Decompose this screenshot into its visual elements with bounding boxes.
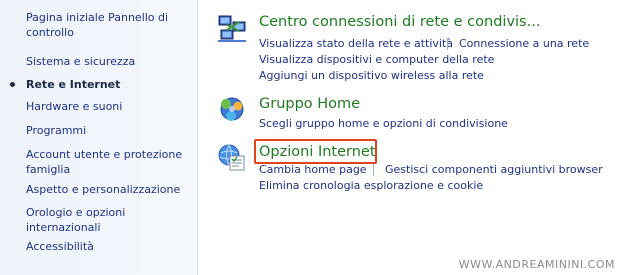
sidebar-item-hardware-sound[interactable]: Hardware e suoni — [26, 99, 196, 114]
network-sharing-center-title[interactable]: Centro connessioni di rete e condivis... — [259, 13, 540, 31]
internet-options-icon — [218, 144, 245, 171]
sidebar-item-network-internet[interactable]: Rete e Internet — [26, 77, 196, 92]
sidebar-item-user-accounts[interactable]: Account utente e protezione famiglia — [26, 147, 184, 177]
sidebar-item-system-security[interactable]: Sistema e sicurezza — [26, 54, 196, 69]
manage-addons-link[interactable]: Gestisci componenti aggiuntivi browser — [385, 163, 603, 177]
delete-browsing-history-link[interactable]: Elimina cronologia esplorazione e cookie — [259, 179, 483, 193]
add-wireless-device-link[interactable]: Aggiungi un dispositivo wireless alla re… — [259, 69, 484, 83]
homegroup-icon — [220, 97, 244, 121]
homegroup-title[interactable]: Gruppo Home — [259, 95, 360, 113]
watermark: WWW.ANDREAMININI.COM — [458, 258, 615, 271]
main-content: Centro connessioni di rete e condivis...… — [199, 0, 625, 275]
sidebar-item-control-panel-home[interactable]: Pagina iniziale Pannello di controllo — [26, 10, 176, 40]
sidebar-item-programs[interactable]: Programmi — [26, 123, 196, 138]
active-bullet-icon — [10, 82, 15, 87]
view-network-devices-link[interactable]: Visualizza dispositivi e computer della … — [259, 53, 494, 67]
sidebar: Pagina iniziale Pannello di controllo Si… — [0, 0, 198, 275]
connect-to-network-link[interactable]: Connessione a una rete — [459, 37, 589, 51]
sidebar-item-accessibility[interactable]: Accessibilità — [26, 239, 196, 254]
highlight-box — [254, 139, 377, 164]
separator — [447, 38, 448, 50]
change-home-page-link[interactable]: Cambia home page — [259, 163, 367, 177]
sidebar-item-appearance[interactable]: Aspetto e personalizzazione — [26, 182, 196, 197]
view-network-status-link[interactable]: Visualizza stato della rete e attività — [259, 37, 453, 51]
network-icon — [218, 15, 246, 42]
choose-homegroup-link[interactable]: Scegli gruppo home e opzioni di condivis… — [259, 117, 508, 131]
separator — [373, 164, 374, 176]
sidebar-item-clock-region[interactable]: Orologio e opzioni internazionali — [26, 205, 146, 235]
